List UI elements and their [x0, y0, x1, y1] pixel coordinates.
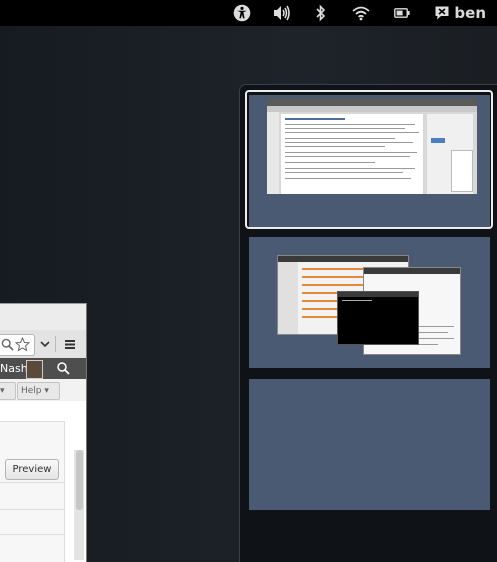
navigation-toolbar — [0, 330, 86, 359]
editor-panel — [0, 421, 65, 562]
battery-icon[interactable] — [393, 3, 411, 23]
help-dropdown[interactable]: Help ▾ — [17, 382, 60, 400]
workspace-2[interactable] — [249, 237, 490, 368]
list-item — [0, 509, 64, 510]
help-label: Help — [21, 386, 42, 396]
chevron-down-icon[interactable] — [35, 334, 55, 354]
account-name[interactable]: Nash — [0, 358, 28, 379]
list-item — [0, 534, 64, 535]
volume-icon[interactable] — [272, 3, 292, 23]
accessibility-icon[interactable] — [232, 3, 252, 23]
toolbar-divider — [55, 336, 56, 352]
workspace-3[interactable] — [249, 379, 490, 510]
user-name[interactable]: ben — [454, 3, 486, 23]
list-item — [0, 482, 64, 483]
bluetooth-icon[interactable] — [313, 3, 329, 23]
search-icon — [1, 338, 14, 351]
avatar[interactable] — [26, 360, 43, 379]
bookmark-star-icon[interactable] — [15, 337, 30, 352]
wifi-icon[interactable] — [351, 3, 371, 23]
editor-toolbar: ▾ Help ▾ — [0, 379, 86, 401]
content-header — [0, 401, 64, 421]
list-item — [0, 421, 64, 422]
account-bar: Nash — [0, 358, 86, 379]
chat-status-icon[interactable] — [433, 3, 451, 23]
window-titlebar[interactable] — [0, 304, 86, 330]
top-bar: ben — [0, 0, 497, 26]
dropdown-button[interactable]: ▾ — [0, 382, 16, 400]
terminal-thumbnail[interactable] — [337, 291, 419, 345]
search-icon[interactable] — [56, 361, 70, 375]
menu-icon[interactable] — [60, 334, 80, 354]
scrollbar-thumb[interactable] — [76, 450, 83, 510]
preview-button[interactable]: Preview — [5, 459, 59, 480]
active-workspace-outline — [245, 90, 493, 229]
browser-window[interactable]: Nash ▾ Help ▾ Preview — [0, 303, 87, 562]
page-content: Preview — [0, 401, 86, 562]
url-bar[interactable] — [0, 334, 35, 356]
